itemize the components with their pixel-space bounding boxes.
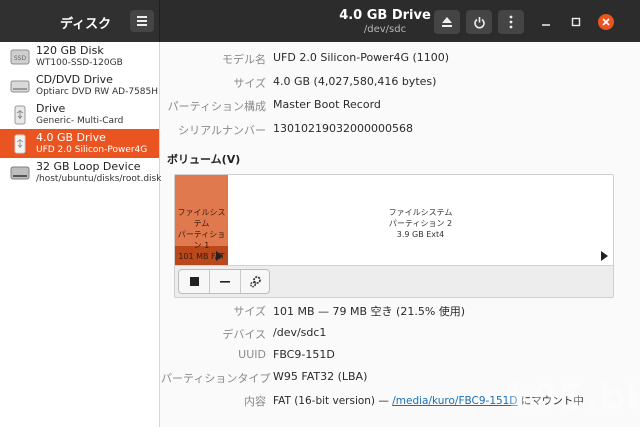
eject-button[interactable]	[434, 10, 460, 34]
device-label: デバイス	[222, 328, 266, 341]
contents-label: 内容	[244, 395, 266, 408]
partition-1-play-icon	[216, 251, 223, 261]
window-title: 4.0 GB Drive	[339, 8, 431, 23]
svg-text:SSD: SSD	[14, 55, 27, 62]
partitioning-label: パーティション構成	[167, 100, 266, 113]
serial-label: シリアルナンバー	[178, 124, 266, 137]
size-value: 4.0 GB (4,027,580,416 bytes)	[273, 75, 437, 88]
close-button[interactable]	[597, 13, 615, 31]
minus-icon	[220, 280, 230, 283]
drive-item-name: CD/DVD Drive	[36, 73, 113, 86]
drive-item-model: WT100-SSD-120GB	[36, 58, 123, 68]
gears-icon	[249, 276, 261, 288]
minimize-icon	[542, 24, 550, 26]
drive-item-120gb-disk[interactable]: SSD 120 GB Disk WT100-SSD-120GB	[0, 42, 159, 71]
usb-drive-icon	[14, 134, 26, 154]
partition-1-type: ファイルシステム	[177, 208, 226, 228]
window-subtitle: /dev/sdc	[363, 24, 407, 35]
drive-item-name: 120 GB Disk	[36, 44, 104, 57]
header-bar: ディスク 4.0 GB Drive /dev/sdc	[0, 0, 640, 42]
partitioning-value: Master Boot Record	[273, 98, 381, 111]
partition-1-name: パーティション 1	[177, 230, 226, 250]
drive-details: モデル名 UFD 2.0 Silicon-Power4G (1100) サイズ …	[161, 42, 640, 427]
hamburger-icon-bar	[137, 24, 147, 26]
hamburger-icon	[137, 16, 147, 18]
drive-item-model: /host/ubuntu/disks/root.disk	[36, 174, 162, 184]
drive-menu-button[interactable]	[498, 10, 524, 34]
model-value: UFD 2.0 Silicon-Power4G (1100)	[273, 51, 450, 64]
mount-point-link[interactable]: /media/kuro/FBC9-151D	[392, 395, 517, 407]
drive-item-model: Optiarc DVD RW AD-7585H	[36, 87, 159, 97]
drive-item-model: Generic- Multi-Card	[36, 116, 124, 126]
close-icon	[598, 14, 614, 30]
kebab-menu-icon	[509, 15, 513, 29]
drive-item-name: 4.0 GB Drive	[36, 131, 106, 144]
volume-toolbar	[175, 265, 613, 297]
hamburger-icon-bar	[137, 20, 147, 22]
power-icon	[473, 16, 485, 28]
partition-options-button[interactable]	[240, 270, 270, 293]
partition-2-type: ファイルシステム	[388, 208, 453, 217]
minimize-button[interactable]	[538, 14, 554, 30]
sidebar-header: ディスク	[0, 0, 160, 42]
drive-item-model: UFD 2.0 Silicon-Power4G	[36, 145, 148, 155]
partition-2-play-icon	[601, 251, 608, 261]
unmount-button[interactable]	[179, 270, 209, 293]
partition-2-name: パーティション 2	[388, 219, 453, 228]
serial-value: 13010219032000000568	[273, 122, 413, 135]
eject-icon	[442, 17, 452, 27]
uuid-value: FBC9-151D	[273, 348, 335, 361]
partition-type-value: W95 FAT32 (LBA)	[273, 370, 368, 383]
disks-window: ディスク 4.0 GB Drive /dev/sdc SSD 120 GB Di…	[0, 0, 640, 427]
drive-item-4gb-drive[interactable]: 4.0 GB Drive UFD 2.0 Silicon-Power4G	[0, 129, 159, 158]
main-menu-button[interactable]	[130, 10, 154, 32]
stop-icon	[189, 277, 199, 286]
delete-partition-button[interactable]	[210, 270, 240, 293]
size-label: サイズ	[233, 77, 266, 90]
loop-device-icon	[10, 166, 30, 180]
partition-2-size: 3.9 GB Ext4	[396, 230, 445, 239]
volume-button-group	[178, 269, 270, 294]
partition-size-value: 101 MB — 79 MB 空き (21.5% 使用)	[273, 305, 466, 318]
model-label: モデル名	[222, 53, 266, 66]
optical-drive-icon	[10, 80, 30, 93]
drive-item-card-reader[interactable]: Drive Generic- Multi-Card	[0, 100, 159, 129]
watermark: k05.biz	[508, 377, 640, 418]
partition-1-block[interactable]: ファイルシステム パーティション 1 101 MB FAT	[175, 175, 228, 265]
drive-item-name: Drive	[36, 102, 66, 115]
partition-2-block[interactable]: ファイルシステム パーティション 2 3.9 GB Ext4	[228, 175, 613, 265]
power-off-button[interactable]	[466, 10, 492, 34]
partition-type-label: パーティションタイプ	[161, 372, 271, 385]
drive-item-loop-device[interactable]: 32 GB Loop Device /host/ubuntu/disks/roo…	[0, 158, 162, 187]
volumes-heading: ボリューム(V)	[167, 153, 241, 166]
maximize-button[interactable]	[568, 14, 584, 30]
maximize-icon	[571, 17, 581, 27]
partition-2-label: ファイルシステム パーティション 2 3.9 GB Ext4	[368, 207, 473, 240]
contents-filesystem: FAT (16-bit version) —	[273, 395, 393, 407]
drive-list: SSD 120 GB Disk WT100-SSD-120GB CD/DVD D…	[0, 42, 162, 427]
app-title: ディスク	[60, 17, 112, 32]
usb-drive-icon	[14, 105, 26, 125]
drive-item-cd-dvd[interactable]: CD/DVD Drive Optiarc DVD RW AD-7585H	[0, 71, 159, 100]
drive-item-name: 32 GB Loop Device	[36, 160, 141, 173]
device-value: /dev/sdc1	[273, 326, 327, 339]
partition-size-label: サイズ	[233, 305, 266, 318]
volume-map: ファイルシステム パーティション 1 101 MB FAT ファイルシステム パ…	[174, 174, 614, 298]
uuid-label: UUID	[238, 348, 266, 361]
ssd-icon: SSD	[10, 49, 30, 65]
